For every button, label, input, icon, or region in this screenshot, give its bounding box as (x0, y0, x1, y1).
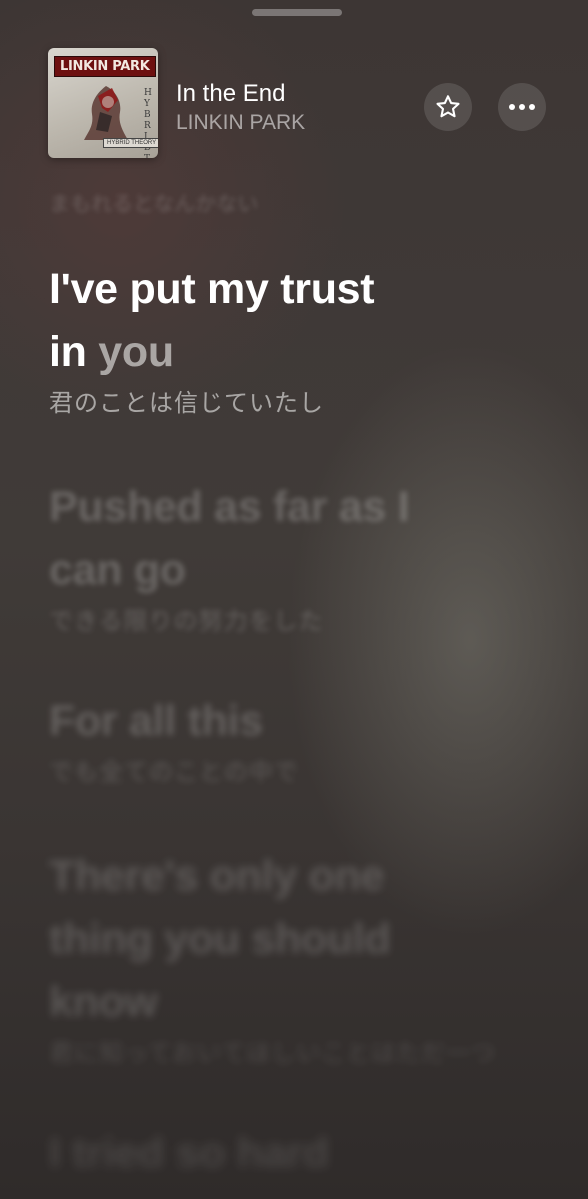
album-artwork[interactable]: LINKIN PARK HYBRID THEORY HYBRID THEORY (48, 48, 158, 158)
active-lyric-line: I've put my trust in you (49, 258, 519, 384)
upcoming-lyric-text: know (49, 978, 158, 1026)
album-logo-text: LINKIN PARK (54, 56, 156, 77)
upcoming-lyric-line: There's only one thing you should know (49, 845, 519, 1034)
star-outline-icon (436, 95, 460, 118)
upcoming-lyric-block[interactable]: Pushed as far as I can go できる限りの努力をした (49, 476, 519, 638)
upcoming-lyric-block[interactable]: For all this でも全てのことの中で (49, 690, 519, 789)
more-options-button[interactable] (498, 83, 546, 131)
upcoming-lyric-block[interactable]: I tried so hard (49, 1122, 519, 1185)
previous-lyric-translation: まもれるとなんかない (49, 193, 259, 216)
active-lyric-part2: in you (49, 321, 519, 384)
upcoming-lyric-text: can go (49, 546, 186, 594)
active-lyric-part1: I've put my trust (49, 265, 375, 313)
upcoming-lyric-text: Pushed as far as I (49, 483, 410, 531)
upcoming-lyric-text: There's only one (49, 852, 385, 900)
song-title[interactable]: In the End (176, 80, 285, 108)
upcoming-lyric-line: I tried so hard (49, 1122, 519, 1185)
now-playing-header: LINKIN PARK HYBRID THEORY HYBRID THEORY … (0, 0, 588, 170)
upcoming-lyric-line: For all this (49, 690, 519, 753)
upcoming-lyric-text: thing you should (49, 915, 391, 963)
upcoming-lyric-text: I tried so hard (49, 1129, 329, 1177)
favorite-button[interactable] (424, 83, 472, 131)
active-lyric-translation: 君のことは信じていたし (49, 390, 324, 417)
upcoming-lyric-text: For all this (49, 697, 263, 745)
upcoming-lyric-translation: 君に知っておいてほしいことはただ一つ (49, 1040, 496, 1067)
album-subtitle: HYBRID THEORY (103, 138, 158, 148)
upcoming-lyric-line: Pushed as far as I can go (49, 476, 519, 602)
album-soldier-figure (84, 86, 128, 140)
upcoming-lyric-translation: でも全てのことの中で (49, 759, 299, 786)
song-artist[interactable]: LINKIN PARK (176, 111, 305, 135)
active-lyric-block[interactable]: I've put my trust in you 君のことは信じていたし (49, 258, 519, 420)
active-lyric-sung-text: in (49, 328, 87, 376)
ellipsis-icon (509, 104, 535, 110)
upcoming-lyric-block[interactable]: There's only one thing you should know 君… (49, 845, 519, 1070)
active-lyric-unsung-text: you (86, 328, 174, 376)
upcoming-lyric-translation: できる限りの努力をした (49, 608, 324, 635)
